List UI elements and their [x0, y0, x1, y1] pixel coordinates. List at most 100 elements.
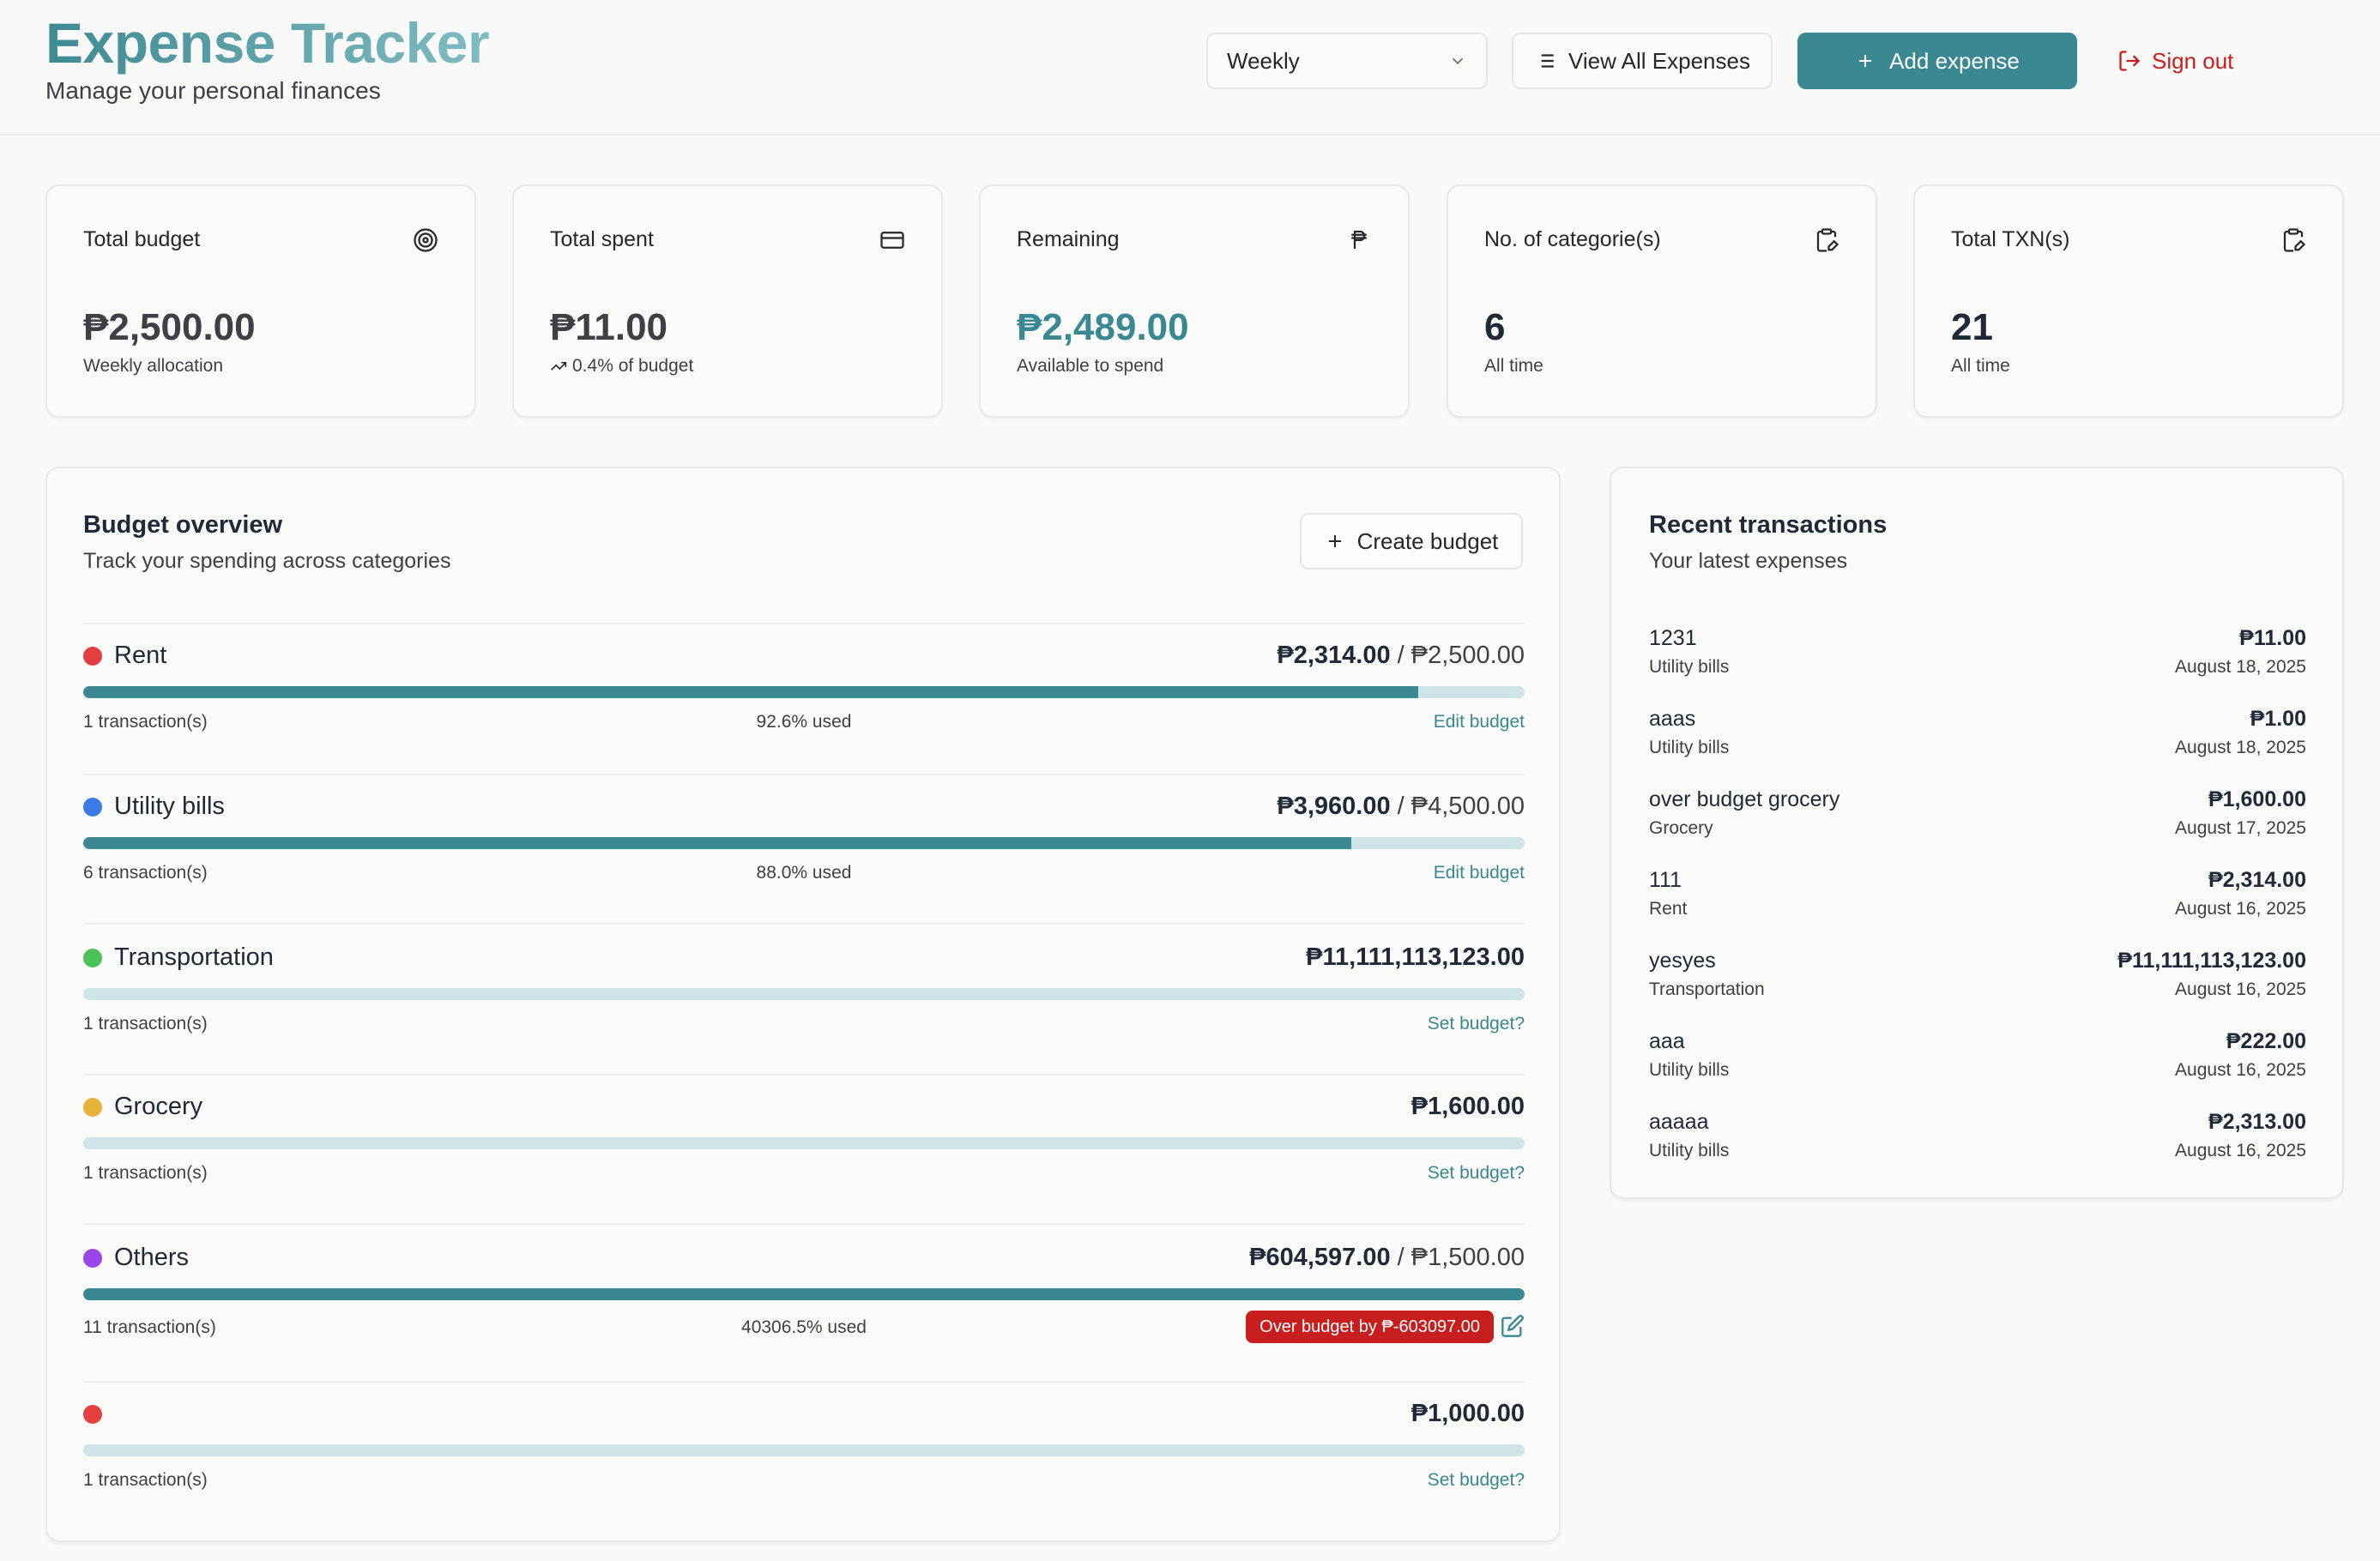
- transaction-amount: ₱2,313.00: [2208, 1110, 2306, 1134]
- sign-out-button[interactable]: Sign out: [2117, 33, 2255, 89]
- category-color-dot: [83, 1249, 102, 1268]
- view-all-expenses-button[interactable]: View All Expenses: [1512, 33, 1773, 89]
- view-all-expenses-label: View All Expenses: [1568, 47, 1750, 74]
- stat-label: Total spent: [550, 227, 654, 251]
- category-transactions: 1 transaction(s): [83, 1014, 208, 1034]
- add-expense-button[interactable]: Add expense: [1797, 33, 2077, 89]
- budget-progress-bar: [83, 988, 1525, 1000]
- sign-out-label: Sign out: [2152, 47, 2234, 74]
- create-budget-button[interactable]: Create budget: [1300, 513, 1523, 570]
- transaction-item[interactable]: 111 Rent ₱2,314.00 August 16, 2025: [1649, 868, 2306, 930]
- stat-label: Remaining: [1017, 227, 1120, 251]
- stat-note: Available to spend: [1017, 356, 1163, 377]
- transaction-date: August 18, 2025: [2175, 657, 2306, 677]
- transaction-item[interactable]: aaaaa Utility bills ₱2,313.00 August 16,…: [1649, 1110, 2306, 1172]
- category-color-dot: [83, 949, 102, 967]
- category-spent: ₱3,960.00: [1277, 793, 1391, 820]
- transaction-name: 111: [1649, 868, 1682, 892]
- stat-note-text: 0.4% of budget: [572, 356, 694, 376]
- budget-progress-fill: [83, 686, 1418, 698]
- transaction-name: aaa: [1649, 1029, 1685, 1053]
- set-budget-link[interactable]: Set budget?: [1428, 1470, 1525, 1491]
- category-color-dot: [83, 1405, 102, 1424]
- app-subtitle: Manage your personal finances: [45, 77, 381, 104]
- budget-category-row: Rent ₱2,314.00 / ₱2,500.00 1 transaction…: [83, 623, 1525, 774]
- category-name: Rent: [114, 642, 167, 669]
- transaction-name: aaaaa: [1649, 1110, 1709, 1134]
- edit-budget-link[interactable]: Edit budget: [1434, 712, 1525, 732]
- category-name: Utility bills: [114, 793, 225, 820]
- transaction-item[interactable]: aaa Utility bills ₱222.00 August 16, 202…: [1649, 1029, 2306, 1091]
- category-spent: ₱604,597.00: [1249, 1244, 1391, 1271]
- transaction-amount: ₱222.00: [2226, 1029, 2306, 1053]
- edit-icon[interactable]: [1501, 1314, 1525, 1338]
- transaction-category: Utility bills: [1649, 738, 1730, 757]
- category-color-dot: [83, 647, 102, 666]
- category-name: Grocery: [114, 1093, 203, 1120]
- transaction-date: August 16, 2025: [2175, 979, 2306, 999]
- transaction-item[interactable]: yesyes Transportation ₱11,111,113,123.00…: [1649, 949, 2306, 1010]
- transaction-category: Transportation: [1649, 979, 1765, 999]
- stat-note-text: All time: [1951, 356, 2010, 376]
- budget-overview-panel: Budget overview Track your spending acro…: [45, 467, 1561, 1542]
- transaction-category: Rent: [1649, 899, 1688, 919]
- stat-card-categories: No. of categorie(s) 6 All time: [1447, 184, 1877, 418]
- category-spent: ₱1,000.00: [1410, 1400, 1525, 1427]
- transaction-category: Utility bills: [1649, 657, 1730, 677]
- credit-card-icon: [880, 232, 904, 249]
- category-transactions: 1 transaction(s): [83, 1470, 208, 1490]
- category-amount: ₱11,111,113,123.00: [1306, 943, 1525, 972]
- transaction-date: August 16, 2025: [2175, 1060, 2306, 1080]
- transaction-date: August 16, 2025: [2175, 899, 2306, 919]
- stat-value: ₱11.00: [550, 306, 668, 348]
- stat-value: ₱2,489.00: [1017, 306, 1189, 348]
- category-color-dot: [83, 798, 102, 817]
- transaction-item[interactable]: aaas Utility bills ₱1.00 August 18, 2025: [1649, 707, 2306, 768]
- transaction-name: yesyes: [1649, 949, 1716, 973]
- stat-value: 21: [1951, 306, 1993, 348]
- transaction-item[interactable]: over budget grocery Grocery ₱1,600.00 Au…: [1649, 787, 2306, 849]
- stat-card-total-spent: Total spent ₱11.00 0.4% of budget: [512, 184, 943, 418]
- budget-overview-title: Budget overview: [83, 511, 283, 539]
- category-amount: ₱2,314.00 / ₱2,500.00: [1277, 642, 1525, 669]
- stat-note: 0.4% of budget: [550, 356, 693, 377]
- recent-transactions-subtitle: Your latest expenses: [1649, 549, 1848, 573]
- category-amount: ₱1,000.00: [1411, 1400, 1525, 1428]
- transaction-name: aaas: [1649, 707, 1696, 731]
- transaction-category: Utility bills: [1649, 1060, 1730, 1080]
- budget-category-row: Others ₱604,597.00 / ₱1,500.00 11 transa…: [83, 1223, 1525, 1383]
- category-budget: ₱4,500.00: [1410, 793, 1525, 820]
- budget-progress-bar: [83, 686, 1525, 698]
- period-select[interactable]: Weekly: [1206, 33, 1488, 89]
- stat-label: No. of categorie(s): [1484, 227, 1661, 251]
- stat-note-text: Weekly allocation: [83, 356, 224, 376]
- edit-budget-link[interactable]: Edit budget: [1434, 863, 1525, 883]
- over-budget-badge: Over budget by ₱-603097.00: [1246, 1311, 1494, 1343]
- budget-overview-subtitle: Track your spending across categories: [83, 549, 451, 573]
- budget-category-row: ₱1,000.00 1 transaction(s) Set budget?: [83, 1381, 1525, 1535]
- category-amount: ₱3,960.00 / ₱4,500.00: [1277, 793, 1525, 820]
- create-budget-label: Create budget: [1356, 527, 1499, 554]
- recent-transactions-panel: Recent transactions Your latest expenses…: [1610, 467, 2344, 1199]
- plus-icon: [1328, 535, 1341, 547]
- category-amount: ₱604,597.00 / ₱1,500.00: [1249, 1244, 1525, 1271]
- category-amount: ₱1,600.00: [1411, 1093, 1525, 1121]
- transaction-amount: ₱1,600.00: [2208, 787, 2306, 811]
- stat-note: Weekly allocation: [83, 356, 223, 377]
- transaction-amount: ₱11,111,113,123.00: [2117, 949, 2306, 973]
- budget-progress-bar: [83, 1288, 1525, 1300]
- budget-progress-bar: [83, 1444, 1525, 1456]
- sign-out-icon: [2119, 51, 2141, 71]
- budget-progress-bar: [83, 837, 1525, 849]
- category-name: Others: [114, 1244, 190, 1271]
- stat-label: Total budget: [83, 227, 201, 251]
- category-used: 92.6% used: [756, 712, 852, 732]
- transaction-item[interactable]: 1231 Utility bills ₱11.00 August 18, 202…: [1649, 626, 2306, 688]
- stat-card-total-txns: Total TXN(s) 21 All time: [1913, 184, 2344, 418]
- stat-card-remaining: Remaining ₱2,489.00 Available to spend: [979, 184, 1410, 418]
- set-budget-link[interactable]: Set budget?: [1428, 1014, 1525, 1034]
- set-budget-link[interactable]: Set budget?: [1428, 1163, 1525, 1184]
- budget-category-row: Grocery ₱1,600.00 1 transaction(s) Set b…: [83, 1074, 1525, 1225]
- app-header: Expense Tracker Manage your personal fin…: [0, 0, 2380, 136]
- trending-up-icon: [551, 362, 567, 371]
